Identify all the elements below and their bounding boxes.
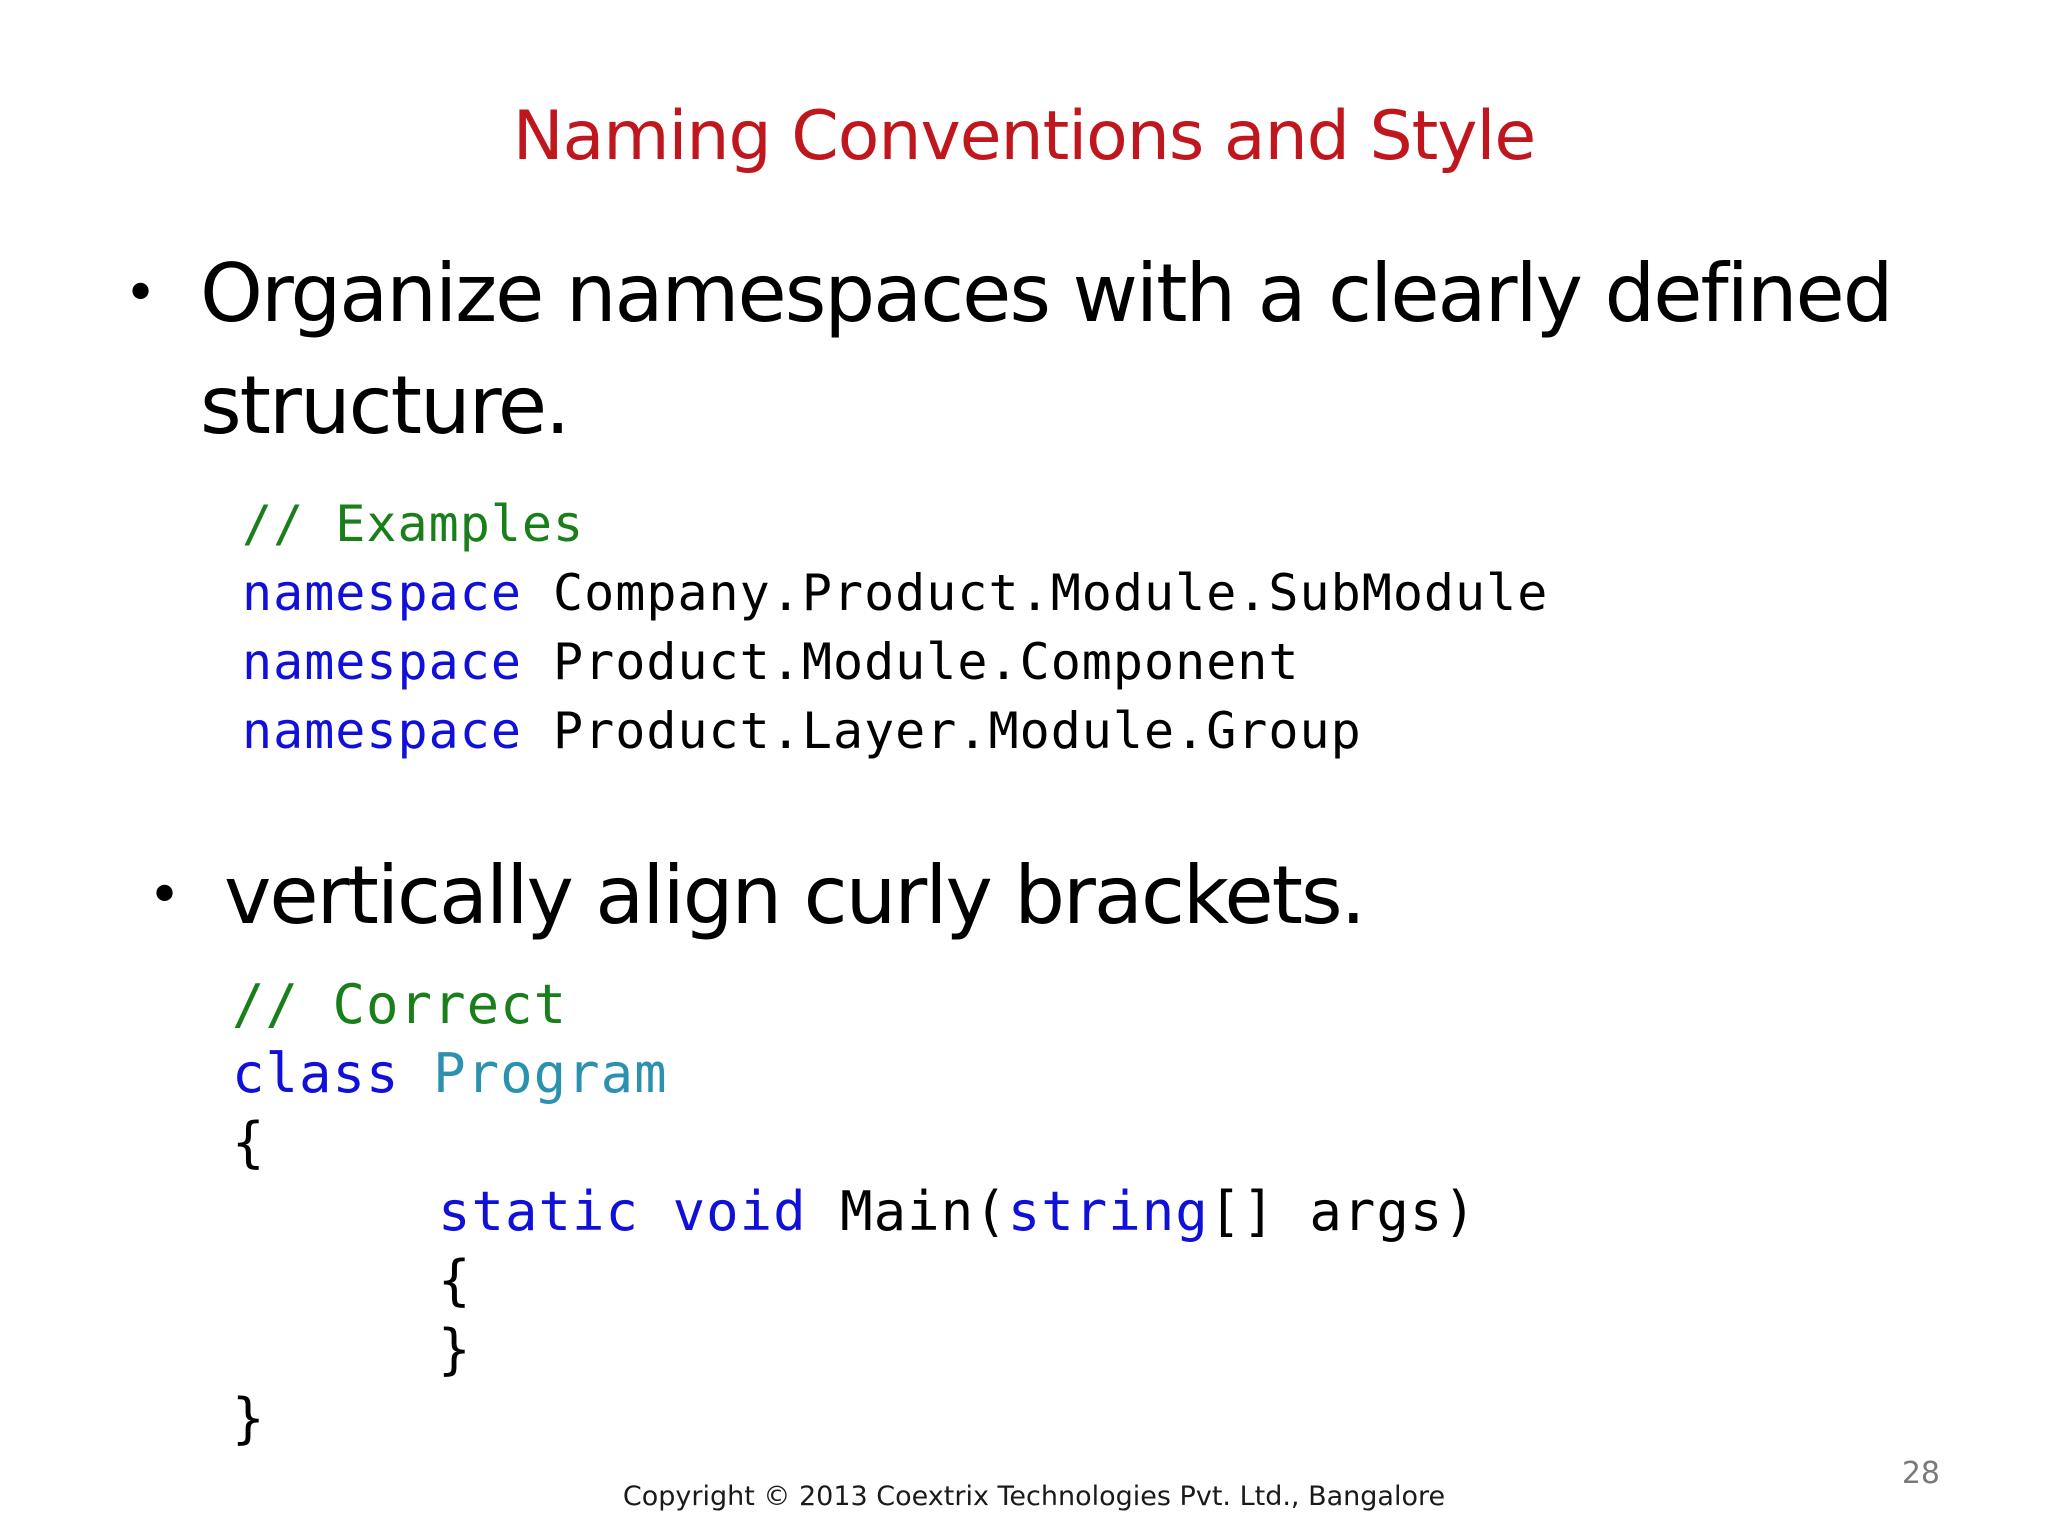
bullet-organize-namespaces: • Organize namespaces with a clearly def… <box>124 238 1900 462</box>
bullet-marker: • <box>148 863 181 928</box>
code-line-class: class Program <box>232 1039 1477 1108</box>
code-params: [] args) <box>1208 1180 1477 1243</box>
code-keyword: namespace <box>242 633 522 691</box>
code-namespace-name: Product.Module.Component <box>553 633 1300 691</box>
page-number: 28 <box>1901 1456 1940 1491</box>
code-block-brackets: // Correct class Program{static void Main… <box>232 970 1477 1453</box>
bullet-align-brackets: • vertically align curly brackets. <box>148 840 1824 952</box>
code-line-inner-open: { <box>232 1246 1477 1315</box>
code-class-name: Program <box>433 1042 668 1105</box>
code-namespace-name: Company.Product.Module.SubModule <box>553 564 1549 622</box>
code-block-namespaces: // Examples namespace Company.Product.Mod… <box>242 490 1548 766</box>
code-inner-open-brace: { <box>438 1249 472 1312</box>
slide-title: Naming Conventions and Style <box>512 97 1537 176</box>
code-line-method: static void Main(string[] args) <box>232 1177 1477 1246</box>
code-close-brace: } <box>232 1387 266 1450</box>
code-namespace-name: Product.Layer.Module.Group <box>553 702 1362 760</box>
bullet-marker: • <box>124 261 157 326</box>
code-keyword: string <box>1007 1180 1209 1243</box>
code-line: namespace Product.Layer.Module.Group <box>242 697 1548 766</box>
code-keyword: void <box>672 1180 807 1243</box>
code-keyword: class <box>232 1042 400 1105</box>
code-open-brace: { <box>232 1111 266 1174</box>
bullet-text: vertically align curly brackets. <box>224 849 1366 942</box>
copyright-footer: Copyright © 2013 Coextrix Technologies P… <box>622 1481 1446 1512</box>
code-line: namespace Company.Product.Module.SubModu… <box>242 559 1548 628</box>
code-keyword: namespace <box>242 702 522 760</box>
code-keyword: namespace <box>242 564 522 622</box>
code-method-name: Main( <box>840 1180 1008 1243</box>
code-line-inner-close: } <box>232 1315 1477 1384</box>
bullet-text: Organize namespaces with a clearly defin… <box>200 247 1894 452</box>
code-keyword: static <box>438 1180 640 1243</box>
code-comment: // Examples <box>242 495 585 553</box>
code-comment: // Correct <box>232 973 568 1036</box>
code-inner-close-brace: } <box>438 1318 472 1381</box>
code-line: namespace Product.Module.Component <box>242 628 1548 697</box>
